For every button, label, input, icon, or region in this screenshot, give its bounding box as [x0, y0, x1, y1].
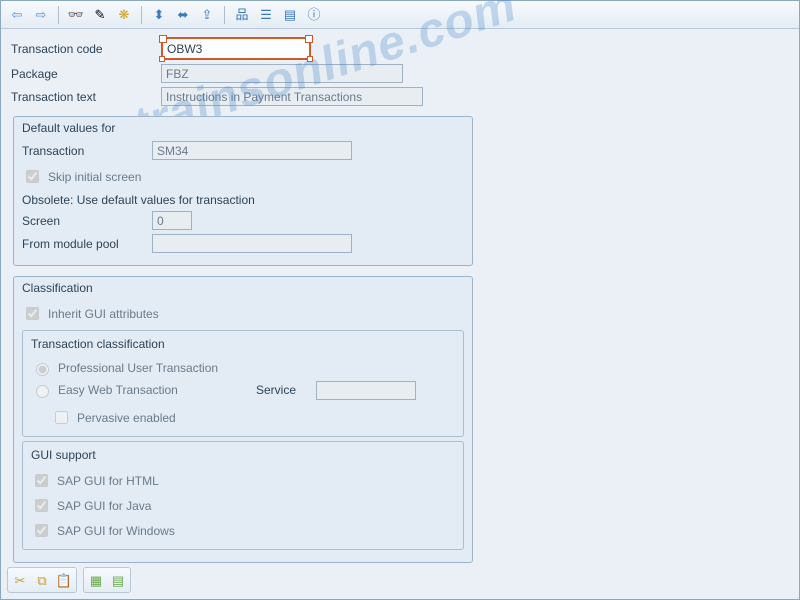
export-icon: ⇪ — [202, 8, 213, 21]
list-icon: ☰ — [260, 8, 272, 21]
glasses-button[interactable]: 👓 — [66, 5, 86, 25]
bottom-toolbar: ✂ ⧉ 📋 ▦ ▤ — [7, 567, 131, 593]
window: ⇦ ⇨ 👓 ✎ ❋ ⬍ ⬌ ⇪ 品 ☰ ▤ ⓘ saptrainsonline.… — [0, 0, 800, 600]
transaction-label: Transaction — [22, 144, 152, 158]
edit-button[interactable]: ✎ — [90, 5, 110, 25]
forward-button[interactable]: ⇨ — [31, 5, 51, 25]
info-icon: ⓘ — [307, 8, 320, 21]
insert-row-icon: ▦ — [90, 574, 102, 587]
transaction-code-field-wrapper — [161, 37, 311, 60]
arrow-right-icon: ⇨ — [36, 8, 47, 21]
cut-button[interactable]: ✂ — [10, 570, 30, 590]
service-label: Service — [256, 383, 316, 397]
content-area: Transaction code Package Transaction tex… — [1, 29, 799, 563]
pencil-icon: ✎ — [95, 8, 106, 21]
pervasive-label: Pervasive enabled — [77, 411, 176, 425]
gui-win-label: SAP GUI for Windows — [57, 524, 175, 538]
transaction-text-input — [161, 87, 423, 106]
professional-label: Professional User Transaction — [58, 361, 218, 375]
skip-initial-label: Skip initial screen — [48, 170, 141, 184]
gui-java-checkbox[interactable]: SAP GUI for Java — [31, 496, 151, 515]
separator — [58, 6, 59, 24]
trans-class-title: Transaction classification — [31, 337, 455, 351]
separator — [224, 6, 225, 24]
tree-icon: ⬍ — [154, 8, 165, 21]
hierarchy-button-2[interactable]: ⬌ — [173, 5, 193, 25]
transaction-text-label: Transaction text — [11, 90, 161, 104]
package-label: Package — [11, 67, 161, 81]
gui-support-title: GUI support — [31, 448, 455, 462]
paste-button[interactable]: 📋 — [54, 570, 74, 590]
match-icon: ❋ — [119, 8, 130, 21]
default-values-group: Default values for Transaction Skip init… — [13, 116, 473, 266]
screen-label: Screen — [22, 214, 152, 228]
classification-group: Classification Inherit GUI attributes Tr… — [13, 276, 473, 563]
gui-java-label: SAP GUI for Java — [57, 499, 151, 513]
easy-web-radio-input — [36, 385, 49, 398]
transaction-input — [152, 141, 352, 160]
skip-initial-check-input — [26, 170, 39, 183]
gui-java-check-input — [35, 499, 48, 512]
package-input — [161, 64, 403, 83]
delete-button[interactable]: ▤ — [108, 570, 128, 590]
tree-icon: ⬌ — [178, 8, 189, 21]
info-button[interactable]: ⓘ — [304, 5, 324, 25]
glasses-icon: 👓 — [68, 8, 84, 21]
easy-web-label: Easy Web Transaction — [58, 383, 178, 397]
clipboard-group: ✂ ⧉ 📋 — [7, 567, 77, 593]
doc-button[interactable]: ▤ — [280, 5, 300, 25]
default-values-title: Default values for — [22, 121, 464, 135]
structure-button[interactable]: 品 — [232, 5, 252, 25]
transaction-code-input[interactable] — [163, 39, 309, 58]
gui-support-group: GUI support SAP GUI for HTML SAP GUI for… — [22, 441, 464, 550]
skip-initial-checkbox[interactable]: Skip initial screen — [22, 167, 141, 186]
export-button[interactable]: ⇪ — [197, 5, 217, 25]
list-button[interactable]: ☰ — [256, 5, 276, 25]
transaction-code-label: Transaction code — [11, 42, 161, 56]
inherit-checkbox[interactable]: Inherit GUI attributes — [22, 304, 159, 323]
back-button[interactable]: ⇦ — [7, 5, 27, 25]
arrow-left-icon: ⇦ — [12, 8, 23, 21]
copy-button[interactable]: ⧉ — [32, 570, 52, 590]
separator — [141, 6, 142, 24]
professional-radio-input — [36, 363, 49, 376]
pervasive-check-input — [55, 411, 68, 424]
doc-icon: ▤ — [284, 8, 296, 21]
gui-html-checkbox[interactable]: SAP GUI for HTML — [31, 471, 159, 490]
structure-icon: 品 — [235, 8, 248, 21]
screen-input — [152, 211, 192, 230]
scissors-icon: ✂ — [15, 574, 26, 587]
toolbar: ⇦ ⇨ 👓 ✎ ❋ ⬍ ⬌ ⇪ 品 ☰ ▤ ⓘ — [1, 1, 799, 29]
insert-group: ▦ ▤ — [83, 567, 131, 593]
module-pool-label: From module pool — [22, 237, 152, 251]
obsolete-text: Obsolete: Use default values for transac… — [22, 193, 255, 207]
gui-html-check-input — [35, 474, 48, 487]
copy-icon: ⧉ — [37, 574, 46, 587]
easy-web-radio[interactable]: Easy Web Transaction — [31, 382, 256, 398]
activate-button[interactable]: ❋ — [114, 5, 134, 25]
service-input — [316, 381, 416, 400]
classification-title: Classification — [22, 281, 464, 295]
inherit-check-input — [26, 307, 39, 320]
hierarchy-button-1[interactable]: ⬍ — [149, 5, 169, 25]
professional-radio[interactable]: Professional User Transaction — [31, 360, 218, 376]
gui-windows-checkbox[interactable]: SAP GUI for Windows — [31, 521, 175, 540]
pervasive-checkbox[interactable]: Pervasive enabled — [51, 408, 176, 427]
gui-win-check-input — [35, 524, 48, 537]
transaction-classification-group: Transaction classification Professional … — [22, 330, 464, 437]
insert-button[interactable]: ▦ — [86, 570, 106, 590]
inherit-label: Inherit GUI attributes — [48, 307, 159, 321]
delete-row-icon: ▤ — [112, 574, 124, 587]
paste-icon: 📋 — [56, 574, 72, 587]
gui-html-label: SAP GUI for HTML — [57, 474, 159, 488]
module-pool-input — [152, 234, 352, 253]
